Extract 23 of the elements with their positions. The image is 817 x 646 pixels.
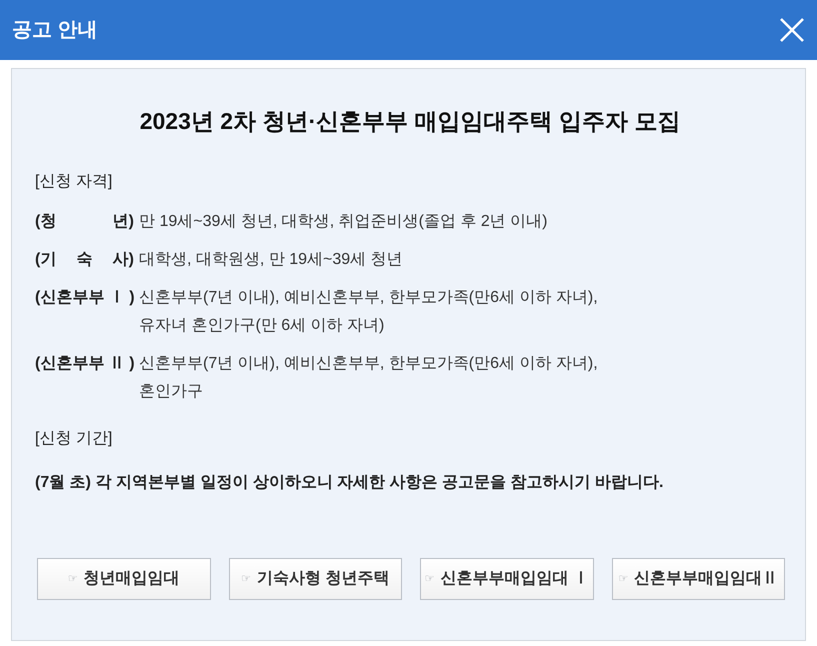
section-heading: [신청 기간] xyxy=(35,430,112,447)
pointing-hand-icon: ☞ xyxy=(241,570,251,588)
eligibility-label: (신혼부부 Ⅱ ) xyxy=(35,354,134,374)
category-button[interactable]: ☞ 청년매입임대 xyxy=(37,558,210,600)
section-heading: [신청 자격] xyxy=(35,173,112,190)
pointing-hand-icon: ☞ xyxy=(68,570,78,588)
category-button[interactable]: ☞ 신혼부부매입임대Ⅱ xyxy=(612,558,785,600)
close-icon xyxy=(780,18,804,42)
close-button[interactable] xyxy=(779,17,805,43)
eligibility-label: (기 숙 사) xyxy=(35,250,134,270)
category-button[interactable]: ☞ 신혼부부매입임대 Ⅰ xyxy=(420,558,594,600)
eligibility-text: 만 19세~39세 청년, 대학생, 취업준비생(졸업 후 2년 이내) xyxy=(139,212,548,232)
eligibility-text: 신혼부부(7년 이내), 예비신혼부부, 한부모가족(만6세 이하 자녀), 유자녀 혼인가구(만 6세 이하 자녀) xyxy=(139,288,598,336)
eligibility-text: 대학생, 대학원생, 만 19세~39세 청년 xyxy=(139,250,403,270)
notice-title: 2023년 2차 청년·신혼부부 매입임대주택 입주자 모집 xyxy=(140,107,680,136)
eligibility-label: (청 년) xyxy=(35,212,134,232)
eligibility-label: (신혼부부 Ⅰ ) xyxy=(35,288,134,308)
category-button[interactable]: ☞ 기숙사형 청년주택 xyxy=(228,558,402,600)
pointing-hand-icon: ☞ xyxy=(618,570,628,588)
eligibility-text: 신혼부부(7년 이내), 예비신혼부부, 한부모가족(만6세 이하 자녀), 혼인가구 xyxy=(139,354,598,402)
window-title: 공고 안내 xyxy=(12,18,98,43)
pointing-hand-icon: ☞ xyxy=(424,570,434,588)
period-text: (7월 초) 각 지역본부별 일정이 상이하오니 자세한 사항은 공고문을 참고하시기 바랍니다. xyxy=(35,474,664,491)
